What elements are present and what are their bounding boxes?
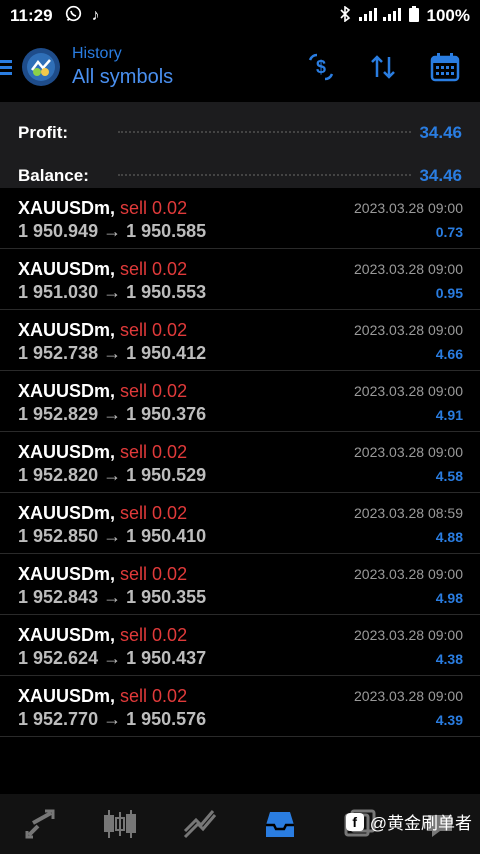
history-nav-icon[interactable] <box>256 800 304 848</box>
trade-row[interactable]: XAUUSDm, sell 0.02 1 952.770 → 1 950.576… <box>0 676 480 737</box>
trade-list: XAUUSDm, sell 0.02 1 950.949 → 1 950.585… <box>0 188 480 737</box>
trade-side: sell 0.02 <box>120 198 188 218</box>
trade-profit: 4.39 <box>435 712 463 728</box>
watermark-logo-icon: f <box>345 812 364 831</box>
trade-side: sell 0.02 <box>120 564 188 584</box>
trade-symbol: XAUUSDm, <box>18 442 116 462</box>
balance-label: Balance: <box>18 165 89 185</box>
trade-prices: 1 950.949 → 1 950.585 <box>18 221 207 241</box>
trade-symbol: XAUUSDm, <box>18 198 116 218</box>
status-bar: 11:29 ♪ 100% <box>0 0 480 32</box>
svg-text:$: $ <box>316 57 326 77</box>
sort-icon[interactable] <box>366 50 400 84</box>
trade-row[interactable]: XAUUSDm, sell 0.02 1 952.738 → 1 950.412… <box>0 310 480 371</box>
trade-row[interactable]: XAUUSDm, sell 0.02 1 952.624 → 1 950.437… <box>0 615 480 676</box>
trade-side: sell 0.02 <box>120 686 188 706</box>
app-logo-icon[interactable] <box>22 48 60 86</box>
trade-date: 2023.03.28 09:00 <box>354 322 463 338</box>
trade-side: sell 0.02 <box>120 625 188 645</box>
trade-row[interactable]: XAUUSDm, sell 0.02 1 951.030 → 1 950.553… <box>0 249 480 310</box>
signal-icon <box>358 7 401 25</box>
hamburger-icon[interactable] <box>0 59 14 75</box>
trade-profit: 0.73 <box>435 224 463 240</box>
trade-symbol: XAUUSDm, <box>18 503 116 523</box>
trade-side: sell 0.02 <box>120 503 188 523</box>
trade-row[interactable]: XAUUSDm, sell 0.02 1 952.850 → 1 950.410… <box>0 493 480 554</box>
trade-symbol: XAUUSDm, <box>18 320 116 340</box>
trade-prices: 1 952.820 → 1 950.529 <box>18 465 207 485</box>
trade-row[interactable]: XAUUSDm, sell 0.02 1 952.829 → 1 950.376… <box>0 371 480 432</box>
trade-prices: 1 951.030 → 1 950.553 <box>18 282 207 302</box>
divider <box>118 173 412 176</box>
balance-row: Balance: 34.46 <box>18 149 462 192</box>
profit-value: 34.46 <box>419 122 462 142</box>
whatsapp-icon <box>65 5 82 27</box>
trade-date: 2023.03.28 09:00 <box>354 688 463 704</box>
watermark-text: @黄金刷单者 <box>369 814 472 833</box>
trade-date: 2023.03.28 08:59 <box>354 505 463 521</box>
trade-profit: 0.95 <box>435 285 463 301</box>
trade-side: sell 0.02 <box>120 320 188 340</box>
chart-nav-icon[interactable] <box>96 800 144 848</box>
trade-row[interactable]: XAUUSDm, sell 0.02 1 952.843 → 1 950.355… <box>0 554 480 615</box>
trade-date: 2023.03.28 09:00 <box>354 261 463 277</box>
summary-panel: Profit: 34.46 Balance: 34.46 <box>0 102 480 188</box>
trade-nav-icon[interactable] <box>176 800 224 848</box>
exchange-dollar-icon[interactable]: $ <box>304 50 338 84</box>
bluetooth-icon <box>339 5 351 26</box>
trade-date: 2023.03.28 09:00 <box>354 200 463 216</box>
balance-value: 34.46 <box>419 165 462 185</box>
trade-profit: 4.38 <box>435 651 463 667</box>
quotes-nav-icon[interactable] <box>16 800 64 848</box>
header-subtitle: History <box>72 45 122 62</box>
trade-profit: 4.66 <box>435 346 463 362</box>
trade-symbol: XAUUSDm, <box>18 686 116 706</box>
trade-date: 2023.03.28 09:00 <box>354 627 463 643</box>
trade-symbol: XAUUSDm, <box>18 625 116 645</box>
trade-side: sell 0.02 <box>120 442 188 462</box>
calendar-icon[interactable] <box>428 50 462 84</box>
battery-percentage: 100% <box>426 6 470 25</box>
trade-symbol: XAUUSDm, <box>18 259 116 279</box>
header-actions: $ <box>304 50 462 84</box>
trade-profit: 4.58 <box>435 468 463 484</box>
trade-symbol: XAUUSDm, <box>18 564 116 584</box>
trade-prices: 1 952.850 → 1 950.410 <box>18 526 207 546</box>
divider <box>118 130 412 133</box>
trade-prices: 1 952.624 → 1 950.437 <box>18 648 207 668</box>
trade-prices: 1 952.770 → 1 950.576 <box>18 709 207 729</box>
trade-prices: 1 952.829 → 1 950.376 <box>18 404 207 424</box>
trade-profit: 4.91 <box>435 407 463 423</box>
trade-side: sell 0.02 <box>120 381 188 401</box>
trade-date: 2023.03.28 09:00 <box>354 444 463 460</box>
header-title: All symbols <box>72 66 174 88</box>
trade-prices: 1 952.738 → 1 950.412 <box>18 343 207 363</box>
trade-profit: 4.88 <box>435 529 463 545</box>
trade-row[interactable]: XAUUSDm, sell 0.02 1 950.949 → 1 950.585… <box>0 188 480 249</box>
music-note-icon: ♪ <box>91 7 100 24</box>
trade-row[interactable]: XAUUSDm, sell 0.02 1 952.820 → 1 950.529… <box>0 432 480 493</box>
status-time: 11:29 <box>10 6 53 25</box>
profit-label: Profit: <box>18 122 69 142</box>
battery-icon <box>408 6 419 26</box>
trade-symbol: XAUUSDm, <box>18 381 116 401</box>
trade-profit: 4.98 <box>435 590 463 606</box>
trade-date: 2023.03.28 09:00 <box>354 383 463 399</box>
trade-side: sell 0.02 <box>120 259 188 279</box>
app-header: History All symbols $ <box>0 32 480 102</box>
watermark: f @黄金刷单者 <box>345 809 472 834</box>
trade-date: 2023.03.28 09:00 <box>354 566 463 582</box>
header-titles[interactable]: History All symbols <box>72 45 173 89</box>
profit-row: Profit: 34.46 <box>18 102 462 149</box>
trade-prices: 1 952.843 → 1 950.355 <box>18 587 207 607</box>
